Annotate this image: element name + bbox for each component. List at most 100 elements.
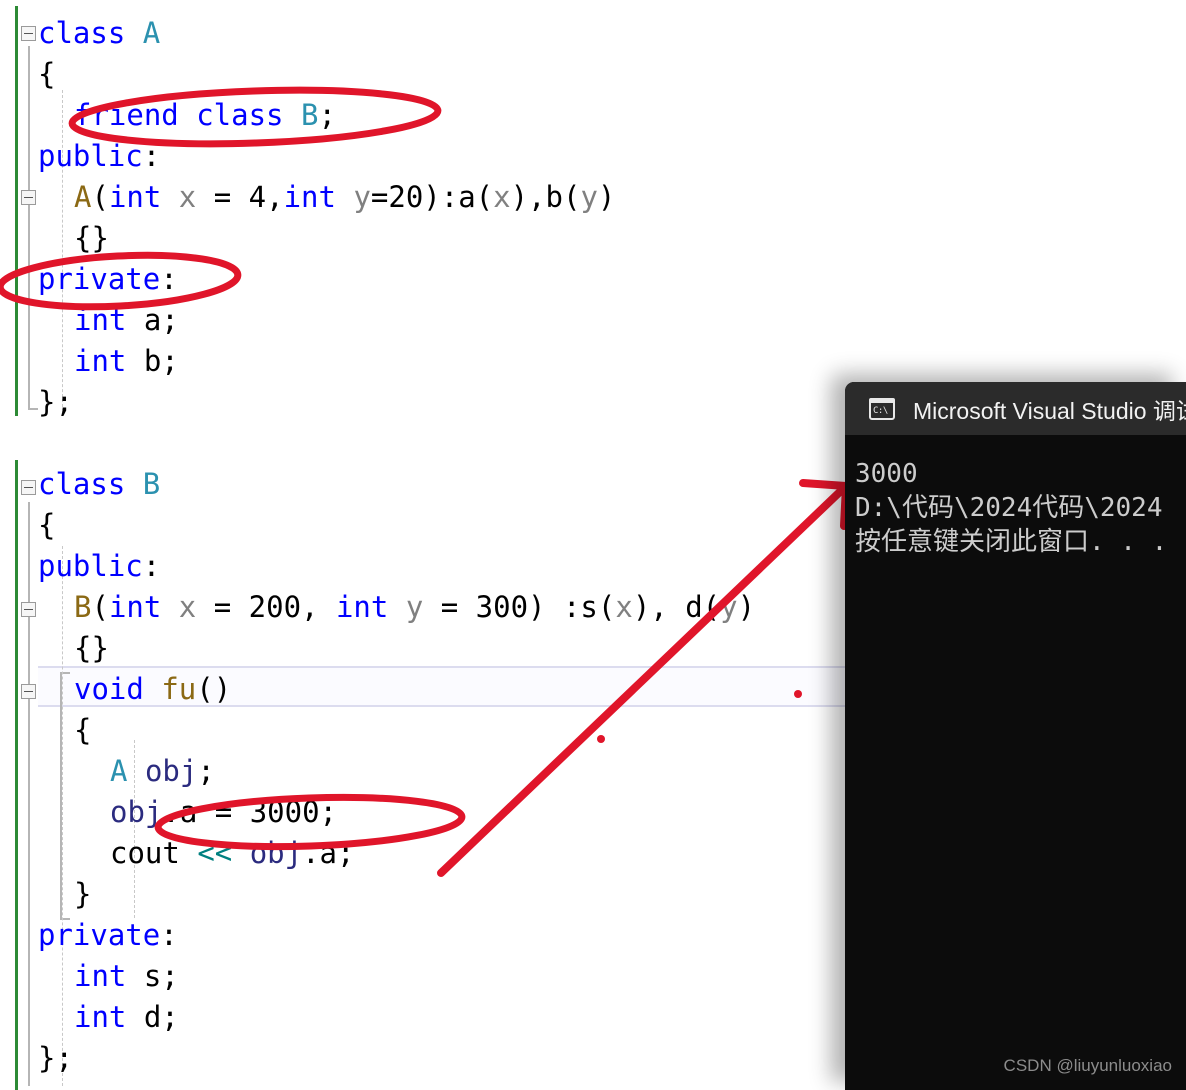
code-token: int — [335, 590, 389, 624]
console-output-area[interactable]: 3000 D:\代码\2024代码\2024 按任意键关闭此窗口. . . — [845, 435, 1186, 1090]
code-token: ) — [737, 590, 756, 624]
code-token: } — [74, 877, 92, 911]
code-token: x — [178, 180, 197, 214]
fold-box-fu[interactable] — [21, 684, 36, 699]
cmd-prompt-icon: C:\ — [869, 397, 895, 420]
console-line-output: 3000 — [855, 459, 918, 489]
code-token: { — [38, 508, 56, 542]
code-token: A — [142, 16, 161, 50]
code-line[interactable]: {} — [74, 218, 109, 259]
code-line[interactable]: public: — [38, 546, 160, 587]
code-token: : — [160, 918, 178, 952]
code-token: .a = 3000; — [162, 795, 337, 829]
code-token: class — [38, 467, 143, 501]
code-token: { — [38, 57, 56, 91]
code-token: =20):a( — [370, 180, 494, 214]
code-token: y — [353, 180, 371, 214]
code-token: () — [196, 672, 232, 706]
code-line[interactable]: friend class B; — [74, 95, 336, 136]
code-token: ) — [597, 180, 616, 214]
code-token: void — [74, 672, 144, 706]
code-token: ), d( — [632, 590, 721, 624]
code-line[interactable]: }; — [38, 1038, 73, 1079]
console-window-title: Microsoft Visual Studio 调试控 — [913, 397, 1186, 424]
code-token: class — [38, 16, 143, 50]
code-token: y — [720, 590, 738, 624]
code-token: y — [405, 590, 424, 624]
code-token: B — [142, 467, 161, 501]
code-line[interactable]: {} — [74, 628, 109, 669]
indent-guide-b-1 — [62, 546, 63, 1086]
code-token: ),b( — [510, 180, 581, 214]
vs-debug-console-window[interactable]: C:\ Microsoft Visual Studio 调试控 3000 D:\… — [845, 382, 1186, 1090]
code-token: int — [74, 1000, 127, 1034]
code-token: int — [74, 959, 127, 993]
code-token: x — [493, 180, 511, 214]
fold-rail-end-class-a — [28, 408, 38, 410]
fold-box-ctor-a[interactable] — [21, 190, 36, 205]
code-token: int — [74, 303, 127, 337]
code-line[interactable]: } — [74, 874, 91, 915]
code-line[interactable]: class B — [38, 464, 160, 505]
fold-rail-class-b — [28, 502, 30, 1086]
fold-box-class-b[interactable] — [21, 480, 36, 495]
code-token: B — [74, 590, 92, 624]
code-line[interactable]: int b; — [74, 341, 179, 382]
code-token: obj — [144, 754, 198, 788]
code-token: << — [197, 836, 233, 870]
code-token: private — [38, 262, 161, 296]
code-line[interactable]: int d; — [74, 997, 179, 1038]
code-line[interactable]: B(int x = 200, int y = 300) :s(x), d(y) — [74, 587, 755, 628]
code-line[interactable]: void fu() — [74, 669, 231, 710]
code-token: : — [160, 262, 178, 296]
change-bar-lower — [15, 460, 18, 1090]
code-line[interactable]: { — [38, 54, 55, 95]
code-token: = 300) :s( — [423, 590, 616, 624]
console-title-bar[interactable]: C:\ Microsoft Visual Studio 调试控 — [845, 382, 1186, 435]
code-token: cout — [110, 836, 198, 870]
change-bar-upper — [15, 6, 18, 416]
code-line[interactable]: private: — [38, 259, 178, 300]
code-line[interactable]: int s; — [74, 956, 179, 997]
code-line[interactable]: A(int x = 4,int y=20):a(x),b(y) — [74, 177, 615, 218]
code-token: ( — [91, 590, 109, 624]
console-line-exe-path: D:\代码\2024代码\2024 — [855, 493, 1163, 523]
code-line[interactable]: { — [38, 505, 55, 546]
code-token: obj — [249, 836, 303, 870]
code-token: public — [38, 139, 143, 173]
code-token: x — [615, 590, 633, 624]
csdn-watermark: CSDN @liuyunluoxiao — [1003, 1056, 1172, 1075]
code-token: x — [178, 590, 197, 624]
code-line[interactable]: public: — [38, 136, 160, 177]
code-token: int — [108, 180, 162, 214]
code-token: A — [74, 180, 92, 214]
code-line[interactable]: }; — [38, 382, 73, 423]
code-line[interactable]: class A — [38, 13, 160, 54]
console-line-prompt: 按任意键关闭此窗口. . . — [855, 527, 1168, 557]
fold-box-ctor-b[interactable] — [21, 602, 36, 617]
code-token: ( — [91, 180, 109, 214]
code-token: y — [580, 180, 598, 214]
code-token: int — [108, 590, 162, 624]
code-token: fu — [161, 672, 197, 706]
code-line[interactable]: private: — [38, 915, 178, 956]
code-token: {} — [74, 221, 109, 255]
code-line[interactable]: cout << obj.a; — [110, 833, 354, 874]
code-line[interactable]: { — [74, 710, 91, 751]
code-token: }; — [38, 385, 73, 419]
code-token: ; — [318, 98, 336, 132]
code-token: friend class — [74, 98, 301, 132]
code-token: private — [38, 918, 161, 952]
cmd-prompt-icon-text: C:\ — [873, 405, 888, 416]
code-token: { — [74, 713, 92, 747]
fold-box-class-a[interactable] — [21, 26, 36, 41]
code-line[interactable]: A obj; — [110, 751, 215, 792]
code-line[interactable]: int a; — [74, 300, 179, 341]
code-token: s; — [126, 959, 179, 993]
code-line[interactable]: obj.a = 3000; — [110, 792, 337, 833]
code-token: b; — [126, 344, 179, 378]
